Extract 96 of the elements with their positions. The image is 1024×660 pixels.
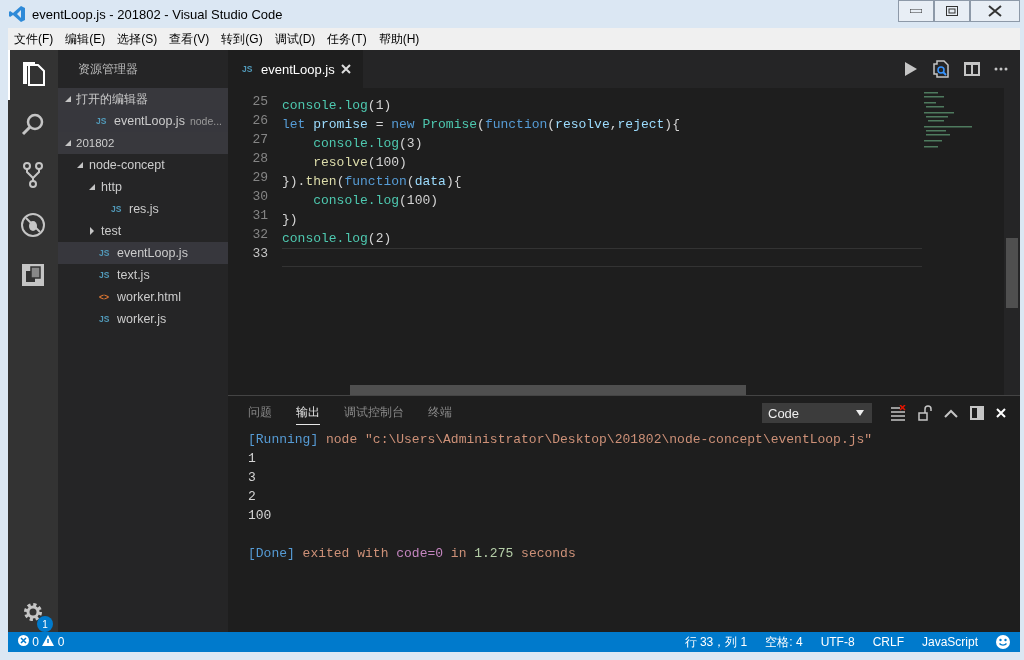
smiley-icon[interactable] (996, 635, 1010, 649)
js-file-icon: JS (242, 64, 255, 74)
file-search-icon[interactable] (932, 60, 950, 78)
maximize-button[interactable] (934, 0, 970, 22)
output-channel-dropdown[interactable]: Code (762, 403, 872, 423)
close-icon[interactable] (340, 64, 351, 74)
output-line: 1 (248, 450, 257, 468)
line-number: 30 (251, 188, 269, 206)
run-icon[interactable] (904, 62, 918, 76)
menu-item[interactable]: 文件(F) (8, 30, 60, 48)
output-line: [Done] exited with code=0 in 1.275 seconds (248, 545, 577, 563)
code-line: resolve(100) (312, 154, 408, 172)
file-item[interactable]: <> worker.html (58, 286, 228, 308)
status-item[interactable]: 行 33，列 1 (684, 633, 748, 651)
line-number: 31 (251, 207, 269, 225)
panel-tab[interactable]: 终端 (428, 401, 452, 425)
section-header[interactable]: 打开的编辑器 (58, 88, 228, 110)
folder-item[interactable]: http (58, 176, 228, 198)
expanded-arrow-icon[interactable] (64, 139, 72, 147)
restore-icon (946, 6, 958, 16)
panel-tab[interactable]: 调试控制台 (344, 401, 404, 425)
maximize-panel-icon[interactable] (970, 406, 984, 420)
window-title: eventLoop.js - 201802 - Visual Studio Code (32, 6, 283, 22)
minimize-icon (910, 9, 922, 13)
code-line: console.log(100) (312, 192, 440, 210)
js-file-icon: JS (111, 204, 124, 214)
line-number: 28 (251, 150, 269, 168)
status-item[interactable]: JavaScript (921, 635, 978, 649)
warning-icon (42, 635, 55, 646)
close-icon (988, 5, 1002, 17)
app-logo-icon (8, 5, 26, 23)
line-number: 26 (251, 112, 269, 130)
menu-item[interactable]: 查看(V) (163, 30, 216, 48)
problems-indicator[interactable]: 0 0 (18, 635, 65, 649)
file-item[interactable]: JS res.js (58, 198, 228, 220)
collapsed-arrow-icon[interactable] (88, 227, 96, 235)
menu-item[interactable]: 选择(S) (111, 30, 164, 48)
more-icon[interactable] (994, 67, 1008, 71)
files-icon[interactable] (22, 62, 46, 88)
js-file-icon: JS (96, 116, 109, 126)
clear-output-icon[interactable] (890, 405, 906, 421)
menu-item[interactable]: 调试(D) (268, 30, 322, 48)
line-number: 33 (251, 245, 269, 263)
search-icon[interactable] (20, 112, 46, 138)
output-line: 3 (248, 469, 257, 487)
expanded-arrow-icon[interactable] (88, 183, 96, 191)
section-header[interactable]: 201802 (58, 132, 228, 154)
output-line: [Running] node "c:\Users\Administrator\Desktop\201802\node-concept\eventLoop.js" (248, 431, 874, 449)
expanded-arrow-icon[interactable] (64, 95, 72, 103)
js-file-icon: JS (99, 270, 112, 280)
panel-tab[interactable]: 输出 (296, 401, 320, 425)
html-file-icon: <> (99, 292, 112, 302)
status-item[interactable]: UTF-8 (820, 635, 855, 649)
code-line: }).then(function(data){ (282, 173, 463, 191)
code-line: let promise = new Promise(function(resolve,reject){ (282, 116, 681, 134)
caret-icon (856, 410, 864, 416)
line-number: 25 (251, 93, 269, 111)
line-number: 27 (251, 131, 269, 149)
expanded-arrow-icon[interactable] (76, 161, 84, 169)
chevron-up-icon[interactable] (944, 408, 958, 418)
sidebar-title: 资源管理器 (77, 61, 139, 77)
menu-item[interactable]: 转到(G) (215, 30, 269, 48)
status-item[interactable]: 空格: 4 (765, 633, 803, 651)
line-number: 32 (251, 226, 269, 244)
vertical-scrollbar[interactable] (1004, 88, 1020, 395)
menu-item[interactable]: 帮助(H) (372, 30, 426, 48)
error-icon (18, 635, 29, 646)
output-line: 100 (248, 507, 273, 525)
folder-item[interactable]: node-concept (58, 154, 228, 176)
output-line: 2 (248, 488, 257, 506)
code-line: console.log(2) (282, 230, 393, 248)
file-item[interactable]: JS text.js (58, 264, 228, 286)
code-line: console.log(3) (312, 135, 424, 153)
folder-item[interactable]: test (58, 220, 228, 242)
panel-tab[interactable]: 问题 (248, 401, 272, 425)
file-item[interactable]: JS eventLoop.js (58, 242, 228, 264)
editor-tab[interactable]: JS eventLoop.js (228, 50, 363, 88)
extensions-icon[interactable] (21, 263, 45, 287)
close-button[interactable] (970, 0, 1020, 22)
js-file-icon: JS (99, 248, 112, 258)
notification-badge: 1 (37, 616, 53, 632)
debug-icon[interactable] (20, 212, 46, 238)
open-editor-item[interactable]: JS eventLoop.js node... (58, 110, 228, 132)
code-line: console.log(1) (282, 97, 393, 115)
js-file-icon: JS (99, 314, 112, 324)
split-editor-icon[interactable] (964, 62, 980, 76)
status-item[interactable]: CRLF (872, 635, 904, 649)
lock-icon[interactable] (918, 405, 932, 421)
menu-item[interactable]: 编辑(E) (59, 30, 112, 48)
source-control-icon[interactable] (22, 161, 44, 189)
file-item[interactable]: JS worker.js (58, 308, 228, 330)
code-line: }) (282, 211, 299, 229)
line-number: 29 (251, 169, 269, 187)
horizontal-scrollbar[interactable] (350, 385, 746, 395)
settings-icon[interactable] (21, 600, 45, 624)
menu-item[interactable]: 任务(T) (321, 30, 373, 48)
